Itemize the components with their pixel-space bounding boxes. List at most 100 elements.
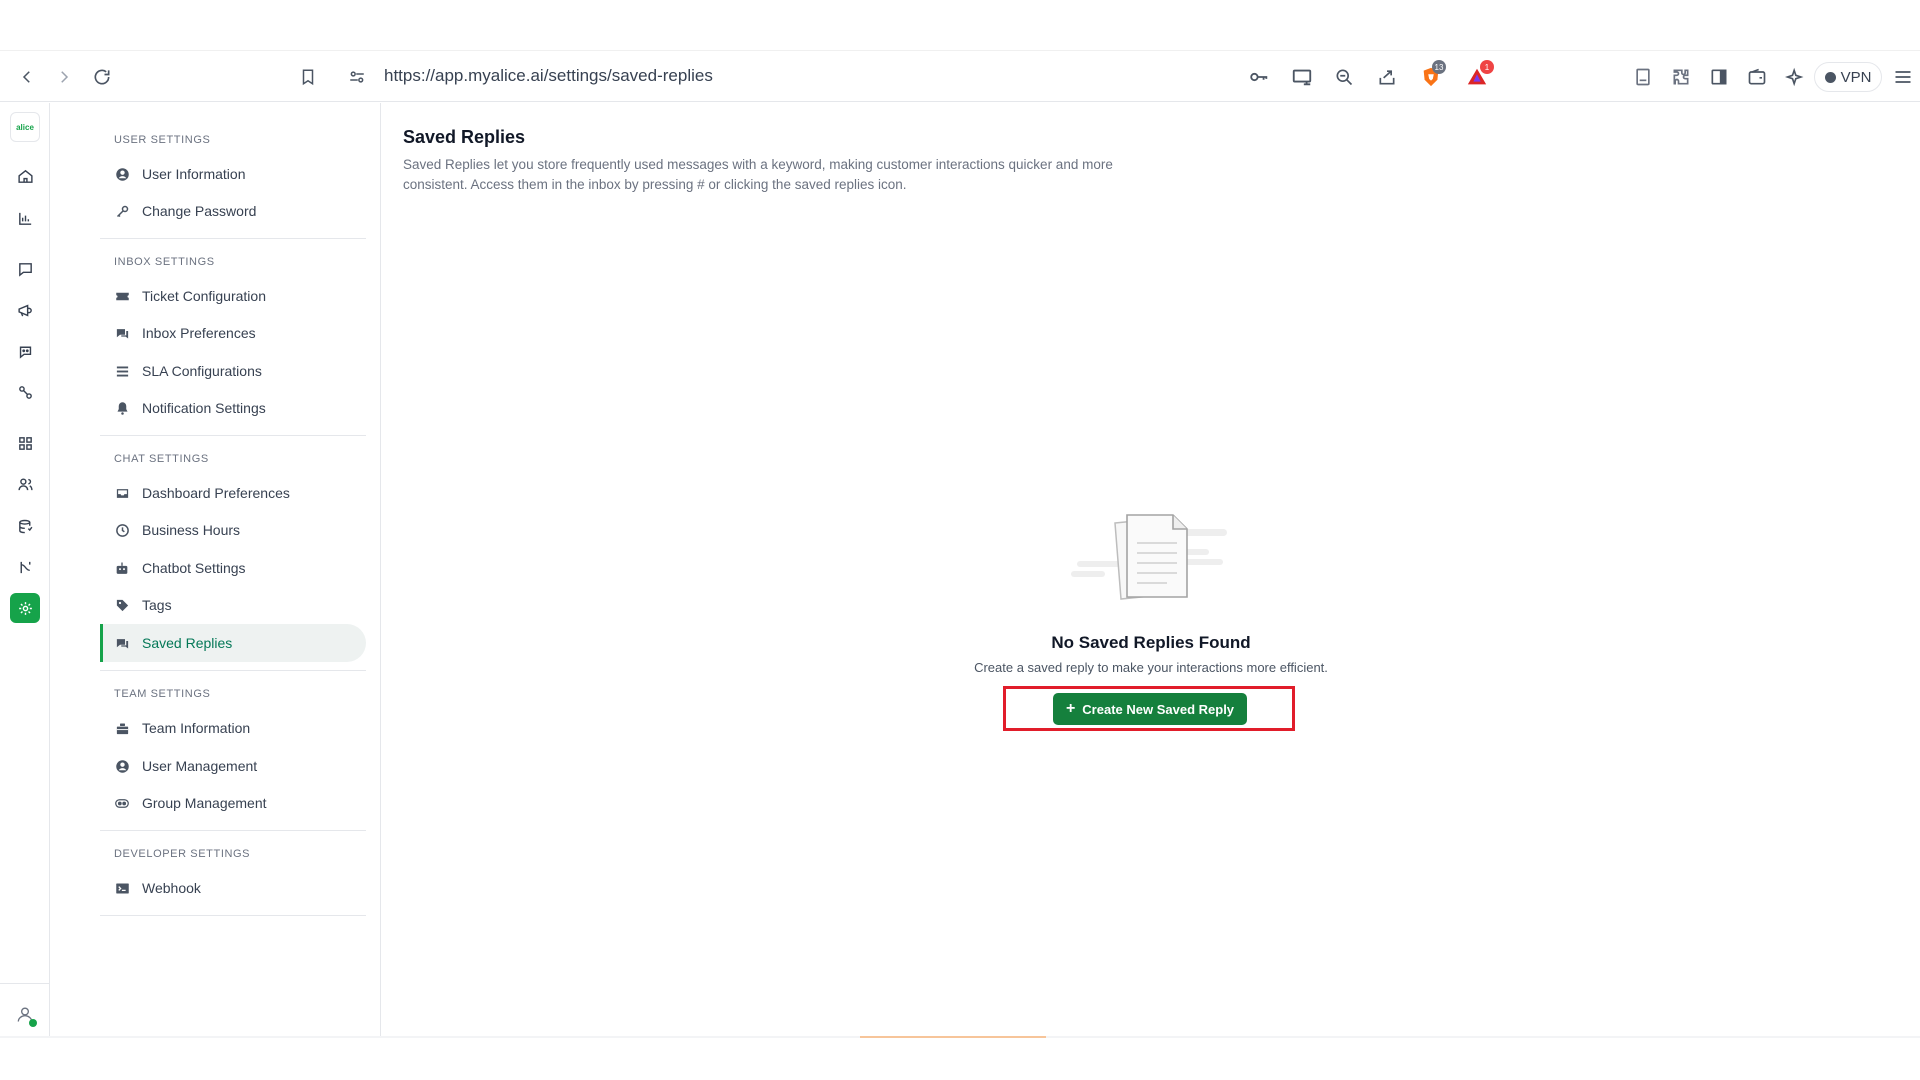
user-avatar-icon[interactable] xyxy=(10,999,40,1029)
workspace-logo[interactable]: alice xyxy=(10,112,40,142)
section-title-team-settings: TEAM SETTINGS xyxy=(114,688,211,700)
menu-icon[interactable] xyxy=(1890,64,1916,90)
team-icon xyxy=(114,720,130,736)
nav-item-tags[interactable]: Tags xyxy=(100,586,366,624)
vpn-button[interactable]: VPN xyxy=(1814,62,1882,92)
empty-documents-illustration-icon xyxy=(1071,509,1231,609)
section-divider xyxy=(100,435,366,436)
leo-ai-icon[interactable] xyxy=(1782,64,1808,90)
bell-icon xyxy=(114,400,130,416)
share-icon[interactable] xyxy=(1374,64,1400,90)
home-icon[interactable] xyxy=(10,161,40,191)
primary-nav-rail: alice xyxy=(0,103,50,1036)
logo-text: alice xyxy=(16,122,34,132)
nav-item-label: Ticket Configuration xyxy=(142,288,266,304)
empty-state-subtitle: Create a saved reply to make your intera… xyxy=(974,660,1328,675)
user-circle-icon xyxy=(114,166,130,182)
nav-item-chatbot-settings[interactable]: Chatbot Settings xyxy=(100,549,366,587)
reader-mode-icon[interactable] xyxy=(1630,64,1656,90)
nav-item-label: Notification Settings xyxy=(142,400,266,416)
nav-item-business-hours[interactable]: Business Hours xyxy=(100,511,366,549)
empty-state-title: No Saved Replies Found xyxy=(1051,633,1251,652)
user-circle-icon xyxy=(114,758,130,774)
terminal-icon xyxy=(114,880,130,896)
nav-item-label: Saved Replies xyxy=(142,635,233,651)
back-icon[interactable] xyxy=(14,64,40,90)
page-title: Saved Replies xyxy=(403,127,526,147)
customers-icon[interactable] xyxy=(10,469,40,499)
forward-icon[interactable] xyxy=(51,64,77,90)
workflow-icon[interactable] xyxy=(10,552,40,582)
nav-item-user-management[interactable]: User Management xyxy=(100,747,366,785)
chat-bubble-icon xyxy=(114,325,130,341)
integrations-icon[interactable] xyxy=(10,377,40,407)
nav-item-saved-replies[interactable]: Saved Replies xyxy=(100,624,366,662)
alert-badge: 1 xyxy=(1480,60,1494,74)
nav-item-dashboard-preferences[interactable]: Dashboard Preferences xyxy=(100,474,366,512)
nav-item-notification-settings[interactable]: Notification Settings xyxy=(100,389,366,427)
rail-divider xyxy=(0,983,50,984)
nav-item-label: Team Information xyxy=(142,720,251,736)
nav-item-label: User Management xyxy=(142,758,258,774)
nav-item-sla-configurations[interactable]: SLA Configurations xyxy=(100,352,366,390)
vpn-status-icon xyxy=(1824,71,1836,83)
nav-item-user-information[interactable]: User Information xyxy=(100,155,366,193)
saved-replies-icon xyxy=(114,635,130,651)
address-bar[interactable]: https://app.myalice.ai/settings/saved-re… xyxy=(384,66,713,86)
sidebar-toggle-icon[interactable] xyxy=(1706,64,1732,90)
key-icon xyxy=(114,203,130,219)
tag-icon xyxy=(114,597,130,613)
create-button-label: Create New Saved Reply xyxy=(1082,701,1235,717)
nav-item-label: Dashboard Preferences xyxy=(142,485,290,501)
nav-item-group-management[interactable]: Group Management xyxy=(100,784,366,822)
clock-icon xyxy=(114,522,130,538)
nav-item-label: User Information xyxy=(142,166,246,182)
create-new-saved-reply-button[interactable]: + Create New Saved Reply xyxy=(1053,693,1247,725)
nav-item-label: Webhook xyxy=(142,880,201,896)
inbox-chat-icon[interactable] xyxy=(10,254,40,284)
extensions-icon[interactable] xyxy=(1668,64,1694,90)
nav-item-label: Group Management xyxy=(142,795,267,811)
list-icon xyxy=(114,363,130,379)
inbox-tray-icon xyxy=(114,485,130,501)
robot-icon xyxy=(114,560,130,576)
apps-grid-icon[interactable] xyxy=(10,428,40,458)
analytics-icon[interactable] xyxy=(10,203,40,233)
section-divider xyxy=(100,915,366,916)
nav-item-label: Change Password xyxy=(142,203,257,219)
nav-item-ticket-configuration[interactable]: Ticket Configuration xyxy=(100,277,366,315)
password-key-icon[interactable] xyxy=(1246,64,1272,90)
section-title-chat-settings: CHAT SETTINGS xyxy=(114,453,209,465)
nav-item-label: SLA Configurations xyxy=(142,363,262,379)
nav-item-team-information[interactable]: Team Information xyxy=(100,709,366,747)
nav-item-label: Business Hours xyxy=(142,522,241,538)
brave-shield-icon[interactable]: 13 xyxy=(1418,60,1446,90)
reload-icon[interactable] xyxy=(89,64,115,90)
section-title-user-settings: USER SETTINGS xyxy=(114,134,211,146)
section-title-developer-settings: DEVELOPER SETTINGS xyxy=(114,848,251,860)
site-settings-icon[interactable] xyxy=(344,64,370,90)
nav-item-label: Inbox Preferences xyxy=(142,325,256,341)
browser-toolbar: https://app.myalice.ai/settings/saved-re… xyxy=(0,50,1920,102)
bookmark-icon[interactable] xyxy=(295,64,321,90)
section-title-inbox-settings: INBOX SETTINGS xyxy=(114,256,215,268)
settings-gear-icon[interactable] xyxy=(10,593,40,623)
online-status-icon xyxy=(29,1019,37,1027)
section-divider xyxy=(100,670,366,671)
page-description: Saved Replies let you store frequently u… xyxy=(403,157,1113,192)
settings-sidebar: USER SETTINGS User Information Change Pa… xyxy=(50,103,381,1036)
vpn-label: VPN xyxy=(1840,68,1872,86)
nav-item-inbox-preferences[interactable]: Inbox Preferences xyxy=(100,314,366,352)
nav-item-webhook[interactable]: Webhook xyxy=(100,869,366,907)
wallet-icon[interactable] xyxy=(1744,64,1770,90)
brave-badge: 13 xyxy=(1432,60,1446,74)
broadcast-icon[interactable] xyxy=(10,295,40,325)
data-lab-icon[interactable] xyxy=(10,511,40,541)
cast-icon[interactable] xyxy=(1289,64,1315,90)
plus-icon: + xyxy=(1065,700,1076,717)
bot-icon[interactable] xyxy=(10,336,40,366)
brave-rewards-icon[interactable]: 1 xyxy=(1464,60,1494,90)
main-content: Saved Replies Saved Replies let you stor… xyxy=(381,103,1920,1036)
zoom-icon[interactable] xyxy=(1331,64,1357,90)
nav-item-change-password[interactable]: Change Password xyxy=(100,192,366,230)
